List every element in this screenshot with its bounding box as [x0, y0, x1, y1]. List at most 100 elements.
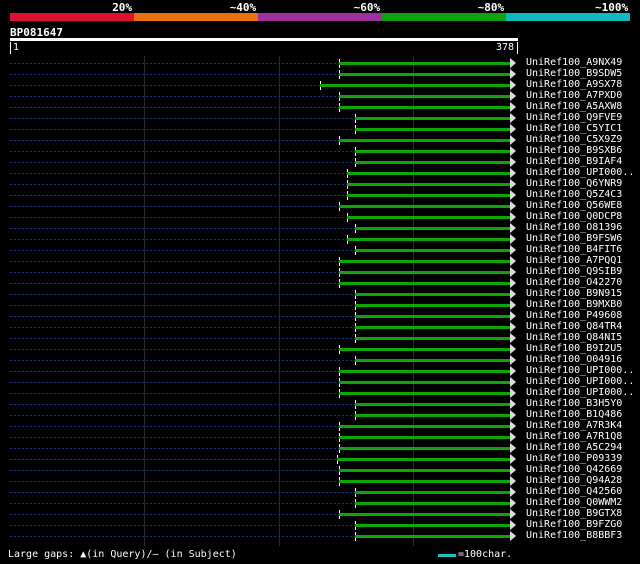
aligned-region[interactable]: [339, 436, 510, 439]
aligned-region[interactable]: [339, 205, 510, 208]
aligned-region[interactable]: [355, 502, 510, 505]
aligned-region[interactable]: [339, 469, 510, 472]
hit-label[interactable]: UniRef100_A5AXW8: [526, 101, 622, 112]
aligned-region[interactable]: [355, 326, 510, 329]
aligned-region[interactable]: [355, 491, 510, 494]
aligned-region[interactable]: [339, 513, 510, 516]
aligned-region[interactable]: [355, 161, 510, 164]
hit-label[interactable]: UniRef100_Q5Z4C3: [526, 189, 622, 200]
arrow-right-icon: [510, 465, 516, 475]
aligned-region[interactable]: [339, 260, 510, 263]
hit-label[interactable]: UniRef100_A7R1Q8: [526, 431, 622, 442]
hit-label[interactable]: UniRef100_P49608: [526, 310, 622, 321]
hit-label[interactable]: UniRef100_Q0WWM2: [526, 497, 622, 508]
aligned-region[interactable]: [339, 447, 510, 450]
hit-label[interactable]: UniRef100_B9N915: [526, 288, 622, 299]
hit-label[interactable]: UniRef100_UPI000..: [526, 365, 634, 376]
hit-label[interactable]: UniRef100_B8BBF3: [526, 530, 622, 541]
hit-label[interactable]: UniRef100_Q42560: [526, 486, 622, 497]
hit-label[interactable]: UniRef100_A7PQQ1: [526, 255, 622, 266]
aligned-region[interactable]: [339, 425, 510, 428]
aligned-region[interactable]: [339, 381, 510, 384]
unaligned-region: [10, 481, 340, 482]
aligned-region[interactable]: [347, 216, 510, 219]
hit-label[interactable]: UniRef100_UPI000..: [526, 376, 634, 387]
hit-label[interactable]: UniRef100_B9FSW6: [526, 233, 622, 244]
hit-label[interactable]: UniRef100_UPI000..: [526, 167, 634, 178]
hit-label[interactable]: UniRef100_B4FIT6: [526, 244, 622, 255]
hit-label[interactable]: UniRef100_Q9SIB9: [526, 266, 622, 277]
hit-label[interactable]: UniRef100_A7R3K4: [526, 420, 622, 431]
hit-label[interactable]: UniRef100_P09339: [526, 453, 622, 464]
unaligned-region: [10, 459, 337, 460]
hit-label[interactable]: UniRef100_Q84TR4: [526, 321, 622, 332]
hit-label[interactable]: UniRef100_Q6YNR9: [526, 178, 622, 189]
aligned-region[interactable]: [355, 315, 510, 318]
hit-label[interactable]: UniRef100_A9NX49: [526, 57, 622, 68]
aligned-region[interactable]: [339, 106, 510, 109]
aligned-region[interactable]: [355, 128, 510, 131]
hit-label[interactable]: UniRef100_B9SXB6: [526, 145, 622, 156]
aligned-region[interactable]: [339, 282, 510, 285]
aligned-region[interactable]: [339, 348, 510, 351]
aligned-region[interactable]: [339, 139, 510, 142]
aligned-region[interactable]: [355, 304, 510, 307]
arrow-right-icon: [510, 498, 516, 508]
hit-label[interactable]: UniRef100_B1Q486: [526, 409, 622, 420]
hit-label[interactable]: UniRef100_A5C294: [526, 442, 622, 453]
aligned-region[interactable]: [347, 194, 510, 197]
aligned-region[interactable]: [355, 535, 510, 538]
unaligned-region: [10, 448, 340, 449]
aligned-region[interactable]: [339, 480, 510, 483]
arrow-right-icon: [510, 278, 516, 288]
aligned-region[interactable]: [355, 337, 510, 340]
arrow-right-icon: [510, 201, 516, 211]
hit-label[interactable]: UniRef100_Q84NI5: [526, 332, 622, 343]
unaligned-region: [10, 140, 340, 141]
hit-label[interactable]: UniRef100_B9IAF4: [526, 156, 622, 167]
aligned-region[interactable]: [339, 271, 510, 274]
aligned-region[interactable]: [339, 370, 510, 373]
hit-label[interactable]: UniRef100_Q94A28: [526, 475, 622, 486]
aligned-region[interactable]: [339, 62, 510, 65]
hit-label[interactable]: UniRef100_UPI000..: [526, 387, 634, 398]
aligned-region[interactable]: [355, 414, 510, 417]
hit-label[interactable]: UniRef100_B9FZG0: [526, 519, 622, 530]
aligned-region[interactable]: [355, 150, 510, 153]
aligned-region[interactable]: [347, 172, 510, 175]
hit-label[interactable]: UniRef100_C5YIC1: [526, 123, 622, 134]
aligned-region[interactable]: [339, 392, 510, 395]
hit-label[interactable]: UniRef100_O42270: [526, 277, 622, 288]
hit-label[interactable]: UniRef100_A9SX78: [526, 79, 622, 90]
aligned-region[interactable]: [336, 458, 510, 461]
hit-label[interactable]: UniRef100_A7PXD0: [526, 90, 622, 101]
arrow-right-icon: [510, 531, 516, 541]
hit-label[interactable]: UniRef100_B9GTX8: [526, 508, 622, 519]
aligned-region[interactable]: [355, 293, 510, 296]
aligned-region[interactable]: [355, 249, 510, 252]
hit-label[interactable]: UniRef100_Q0DCP8: [526, 211, 622, 222]
hit-label[interactable]: UniRef100_C5X9Z9: [526, 134, 622, 145]
hit-label[interactable]: UniRef100_O81396: [526, 222, 622, 233]
hit-label[interactable]: UniRef100_Q9FVE9: [526, 112, 622, 123]
aligned-region[interactable]: [355, 359, 510, 362]
hit-label[interactable]: UniRef100_B9I2U5: [526, 343, 622, 354]
hit-label[interactable]: UniRef100_O04916: [526, 354, 622, 365]
unaligned-region: [10, 129, 356, 130]
aligned-region[interactable]: [339, 95, 510, 98]
hit-label[interactable]: UniRef100_B9MXB0: [526, 299, 622, 310]
arrow-right-icon: [510, 487, 516, 497]
unaligned-region: [10, 393, 340, 394]
hit-label[interactable]: UniRef100_Q56WE8: [526, 200, 622, 211]
aligned-region[interactable]: [355, 403, 510, 406]
aligned-region[interactable]: [347, 183, 510, 186]
hit-label[interactable]: UniRef100_Q42669: [526, 464, 622, 475]
hit-label[interactable]: UniRef100_B9SDW5: [526, 68, 622, 79]
aligned-region[interactable]: [355, 227, 510, 230]
aligned-region[interactable]: [320, 84, 510, 87]
aligned-region[interactable]: [355, 524, 510, 527]
aligned-region[interactable]: [347, 238, 510, 241]
hit-label[interactable]: UniRef100_B3H5Y0: [526, 398, 622, 409]
aligned-region[interactable]: [355, 117, 510, 120]
aligned-region[interactable]: [339, 73, 510, 76]
